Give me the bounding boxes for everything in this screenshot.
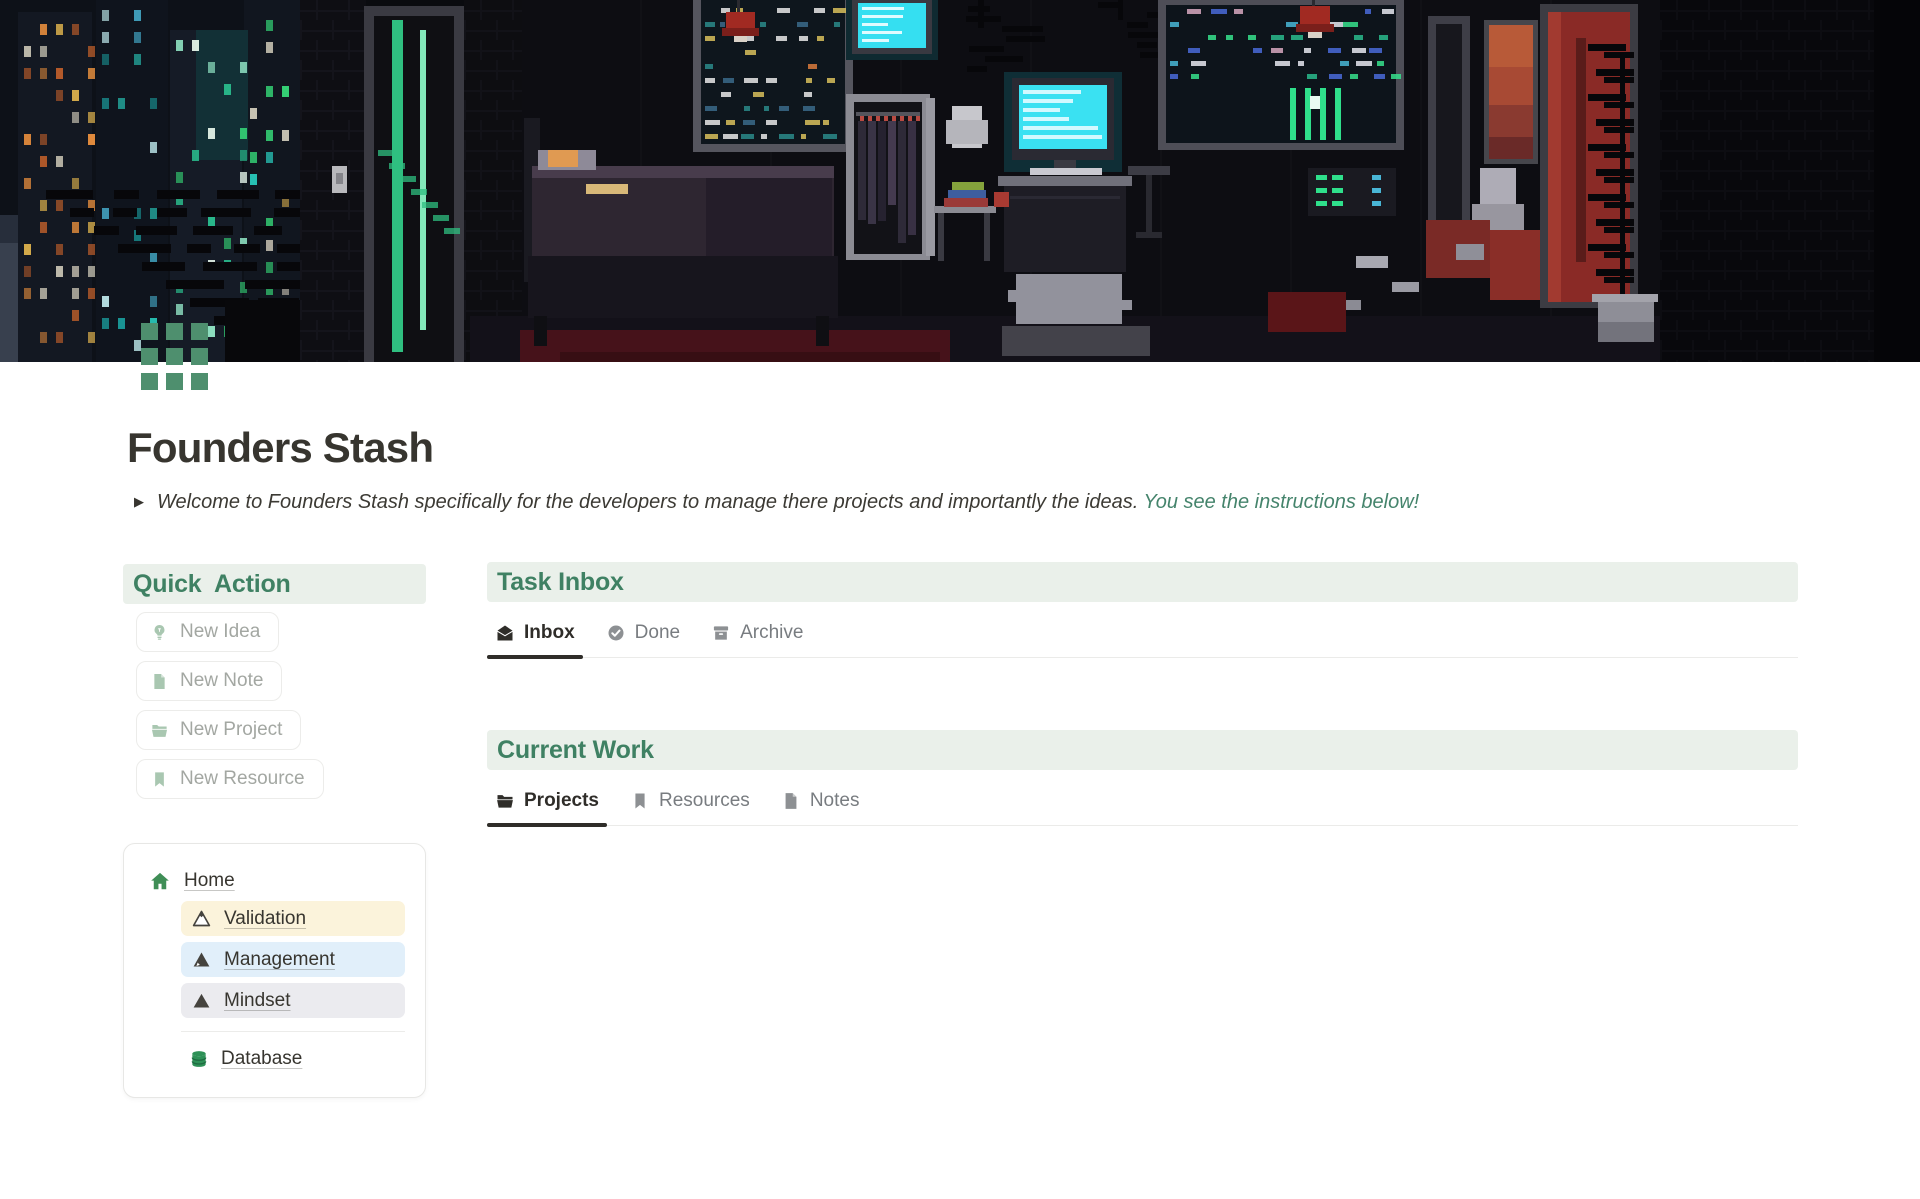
current-work-tabs: Projects Resources Notes	[487, 788, 1798, 826]
tab-resources-label: Resources	[659, 790, 750, 812]
mountain-snow-icon	[191, 908, 212, 929]
mindset-link[interactable]: Mindset	[224, 990, 291, 1012]
tab-archive-label: Archive	[740, 622, 803, 644]
home-items: Validation Management Mindset	[181, 901, 405, 1018]
new-idea-label: New Idea	[180, 621, 260, 643]
toggle-triangle-icon[interactable]: ▶	[134, 489, 144, 515]
house-icon	[149, 870, 171, 892]
intro-text: Welcome to Founders Stash specifically f…	[157, 489, 1419, 515]
intro-instructions-link[interactable]: You see the instructions below!	[1143, 491, 1419, 513]
cover-image	[0, 0, 1920, 362]
home-card: Home Validation Management Mindset Datab…	[123, 843, 426, 1098]
tab-done[interactable]: Done	[598, 620, 688, 657]
bookmark-icon	[150, 770, 169, 789]
new-project-label: New Project	[180, 719, 282, 741]
sidebar-item-mindset[interactable]: Mindset	[181, 983, 405, 1018]
sidebar-item-validation[interactable]: Validation	[181, 901, 405, 936]
tab-projects[interactable]: Projects	[487, 788, 607, 825]
open-mail-icon	[495, 623, 515, 643]
new-project-button[interactable]: New Project	[136, 710, 301, 750]
page-title: Founders Stash	[127, 424, 433, 472]
tab-notes-label: Notes	[810, 790, 860, 812]
page-icon[interactable]	[141, 323, 208, 390]
tab-archive[interactable]: Archive	[703, 620, 811, 657]
home-link[interactable]: Home	[184, 870, 235, 892]
management-link[interactable]: Management	[224, 949, 335, 971]
folder-icon	[495, 791, 515, 811]
task-inbox-tabs: Inbox Done Archive	[487, 620, 1798, 658]
database-link[interactable]: Database	[221, 1048, 302, 1070]
quick-action-heading: Quick Action	[133, 570, 291, 599]
task-inbox-heading-bar: Task Inbox	[487, 562, 1798, 602]
intro-text-plain: Welcome to Founders Stash specifically f…	[157, 491, 1143, 513]
new-note-label: New Note	[180, 670, 263, 692]
pixel-art-cover	[0, 0, 1920, 362]
home-link-row[interactable]: Home	[144, 868, 405, 894]
tab-resources[interactable]: Resources	[622, 788, 758, 825]
new-resource-button[interactable]: New Resource	[136, 759, 324, 799]
tab-inbox-label: Inbox	[524, 622, 575, 644]
lightbulb-icon	[150, 623, 169, 642]
tab-done-label: Done	[635, 622, 680, 644]
new-idea-button[interactable]: New Idea	[136, 612, 279, 652]
current-work-heading-bar: Current Work	[487, 730, 1798, 770]
current-work-block: Current Work Projects Resources Notes	[487, 730, 1798, 826]
sidebar-item-management[interactable]: Management	[181, 942, 405, 977]
validation-link[interactable]: Validation	[224, 908, 306, 930]
card-divider	[181, 1031, 405, 1032]
mountain-snow-icon	[191, 949, 212, 970]
triangle-icon	[191, 990, 212, 1011]
database-icon	[189, 1049, 209, 1069]
right-column: Task Inbox Inbox Done Archive Current Wo…	[487, 562, 1798, 826]
tab-projects-label: Projects	[524, 790, 599, 812]
intro-block: ▶ Welcome to Founders Stash specifically…	[134, 489, 1684, 515]
note-icon	[150, 672, 169, 691]
task-inbox-heading: Task Inbox	[497, 568, 624, 597]
check-circle-icon	[606, 623, 626, 643]
quick-action-buttons: New Idea New Note New Project New Resour…	[123, 612, 426, 799]
tab-inbox[interactable]: Inbox	[487, 620, 583, 657]
quick-action-heading-bar: Quick Action	[123, 564, 426, 604]
note-icon	[781, 791, 801, 811]
folder-icon	[150, 721, 169, 740]
bookmark-icon	[630, 791, 650, 811]
left-column: Quick Action New Idea New Note New Proje…	[123, 564, 426, 1098]
new-resource-label: New Resource	[180, 768, 305, 790]
database-link-row[interactable]: Database	[189, 1046, 405, 1072]
new-note-button[interactable]: New Note	[136, 661, 282, 701]
tab-notes[interactable]: Notes	[773, 788, 868, 825]
archive-icon	[711, 623, 731, 643]
current-work-heading: Current Work	[497, 736, 654, 765]
